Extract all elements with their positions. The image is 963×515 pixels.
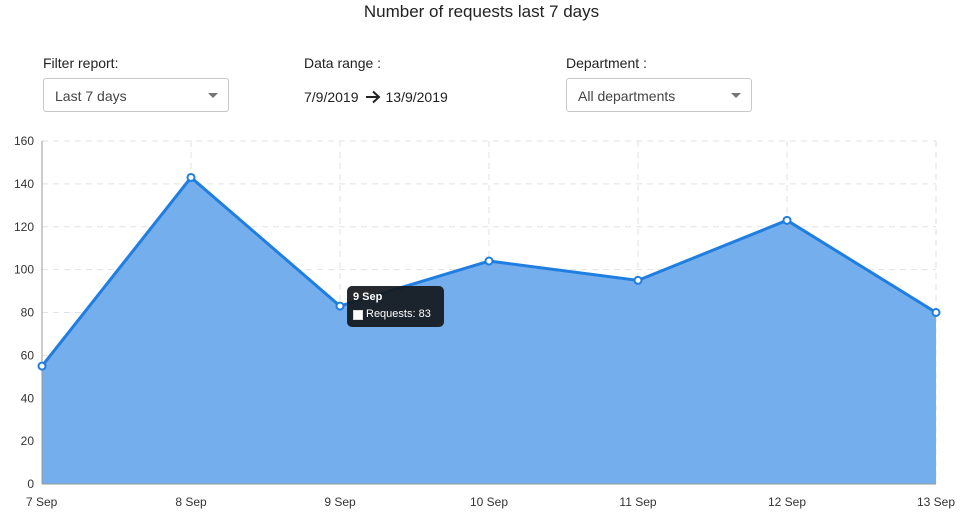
x-tick-label: 9 Sep <box>324 495 356 509</box>
y-tick-label: 80 <box>21 306 35 320</box>
y-tick-label: 60 <box>21 348 35 362</box>
data-point <box>335 301 345 311</box>
data-point <box>186 172 196 182</box>
data-point <box>931 308 941 317</box>
y-tick-label: 0 <box>27 477 34 491</box>
data-point <box>37 361 47 371</box>
data-point <box>484 256 494 266</box>
x-tick-label: 10 Sep <box>470 495 508 509</box>
tooltip-label: Requests: 83 <box>366 308 431 320</box>
tooltip-swatch <box>353 309 363 320</box>
y-tick-label: 20 <box>21 434 35 448</box>
y-tick-label: 140 <box>14 177 34 191</box>
x-tick-label: 8 Sep <box>175 495 207 509</box>
y-tick-label: 120 <box>14 220 34 234</box>
x-tick-label: 7 Sep <box>26 495 58 509</box>
x-tick-label: 13 Sep <box>917 495 955 509</box>
data-point <box>633 275 643 285</box>
x-tick-label: 11 Sep <box>619 495 656 509</box>
y-tick-label: 160 <box>14 134 34 148</box>
y-tick-label: 40 <box>21 391 35 405</box>
data-point <box>782 215 792 225</box>
x-tick-label: 12 Sep <box>768 495 806 509</box>
requests-area-chart: 0 20 40 60 80 100 120 140 160 7 Sep 8 Sep 9 Sep 10 S… <box>14 134 955 509</box>
y-tick-label: 100 <box>14 263 34 277</box>
chart-tooltip: 9 Sep Requests: 83 <box>347 286 444 327</box>
tooltip-title: 9 Sep <box>353 291 383 303</box>
